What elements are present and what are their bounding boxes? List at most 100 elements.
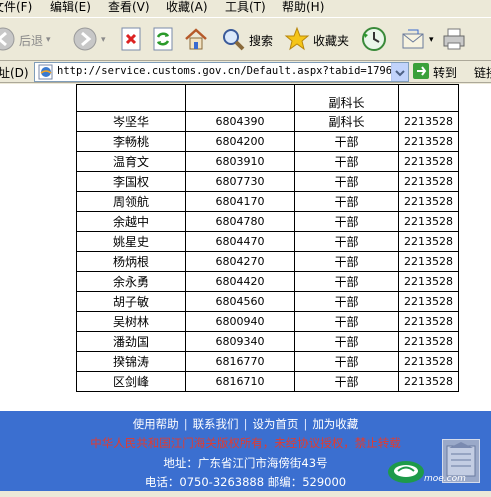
cell-name: 周领航 — [76, 191, 186, 212]
mail-button[interactable]: ▾ — [400, 23, 434, 57]
back-label: 后退 — [19, 33, 44, 48]
mail-icon — [400, 26, 426, 55]
cell-name: 潘劲国 — [76, 331, 186, 352]
menu-edit[interactable]: 编辑(E) — [50, 0, 91, 17]
back-button[interactable]: 后退 ▾ — [0, 23, 51, 57]
cell-fax: 2213528 — [398, 351, 459, 372]
cell-name: 余越中 — [76, 211, 186, 232]
stop-icon — [119, 26, 143, 55]
back-arrow-icon — [0, 26, 16, 55]
go-label: 转到 — [433, 65, 458, 80]
table-row: 杨炳根 6804270 干部 2213528 — [76, 251, 459, 272]
cell-fax: 2213528 — [398, 331, 459, 352]
cell-fax: 2213528 — [398, 291, 459, 312]
cell-title: 干部 — [294, 351, 399, 372]
cell-ext: 6816770 — [185, 351, 295, 372]
footer-divider: | — [183, 417, 188, 431]
go-arrow-icon — [412, 62, 430, 83]
table-row: 李畅桃 6804200 干部 2213528 — [76, 131, 459, 152]
menu-help[interactable]: 帮助(H) — [282, 0, 324, 17]
footer-link-help[interactable]: 使用帮助 — [133, 417, 179, 431]
history-icon — [360, 25, 388, 56]
cell-name: 温育文 — [76, 151, 186, 172]
cell-title: 干部 — [294, 211, 399, 232]
table-row: 副科长 — [76, 84, 459, 112]
back-dropdown-icon[interactable]: ▾ — [46, 35, 51, 45]
cell-fax — [398, 84, 459, 112]
table-row: 胡子敏 6804560 干部 2213528 — [76, 291, 459, 312]
table-row: 揆锦涛 6816770 干部 2213528 — [76, 351, 459, 372]
star-icon — [284, 26, 310, 55]
footer-link-favorite[interactable]: 加为收藏 — [312, 417, 358, 431]
cell-ext: 6807730 — [185, 171, 295, 192]
go-button[interactable]: 转到 — [412, 62, 457, 82]
cell-fax: 2213528 — [398, 171, 459, 192]
cell-name: 余永勇 — [76, 271, 186, 292]
cell-fax: 2213528 — [398, 251, 459, 272]
cell-fax: 2213528 — [398, 231, 459, 252]
menu-bar: 文件(F) 编辑(E) 查看(V) 收藏(A) 工具(T) 帮助(H) — [0, 0, 491, 17]
cell-title: 干部 — [294, 151, 399, 172]
table-row: 温育文 6803910 干部 2213528 — [76, 151, 459, 172]
favorites-label: 收藏夹 — [313, 33, 350, 48]
cell-title: 干部 — [294, 251, 399, 272]
footer-link-contact[interactable]: 联系我们 — [193, 417, 239, 431]
forward-button[interactable]: ▾ — [72, 23, 106, 57]
home-icon — [183, 26, 209, 55]
menu-view[interactable]: 查看(V) — [108, 0, 150, 17]
links-label[interactable]: 链接 — [474, 64, 491, 81]
footer-divider: | — [303, 417, 308, 431]
address-url: http://service.customs.gov.cn/Default.as… — [57, 65, 399, 77]
forward-arrow-icon — [72, 26, 98, 55]
cell-ext: 6804270 — [185, 251, 295, 272]
cell-title: 副科长 — [294, 84, 399, 112]
cell-title: 干部 — [294, 291, 399, 312]
print-button[interactable] — [441, 23, 467, 57]
menu-favorites[interactable]: 收藏(A) — [166, 0, 208, 17]
cell-title: 干部 — [294, 331, 399, 352]
menu-file[interactable]: 文件(F) — [0, 0, 32, 17]
refresh-button[interactable] — [151, 23, 175, 57]
cell-ext: 6800940 — [185, 311, 295, 332]
footer-link-homepage[interactable]: 设为首页 — [252, 417, 298, 431]
address-input[interactable]: http://service.customs.gov.cn/Default.as… — [34, 62, 409, 82]
favorites-button[interactable]: 收藏夹 — [284, 23, 349, 57]
search-icon — [220, 26, 246, 55]
cell-name: 吴树林 — [76, 311, 186, 332]
cell-fax: 2213528 — [398, 131, 459, 152]
cell-fax: 2213528 — [398, 151, 459, 172]
cell-fax: 2213528 — [398, 191, 459, 212]
address-dropdown-button[interactable] — [391, 63, 408, 81]
menu-tools[interactable]: 工具(T) — [225, 0, 266, 17]
cell-fax: 2213528 — [398, 271, 459, 292]
stop-button[interactable] — [119, 23, 143, 57]
forward-dropdown-icon[interactable]: ▾ — [101, 35, 106, 45]
footer-divider: | — [243, 417, 248, 431]
table-row: 姚星史 6804470 干部 2213528 — [76, 231, 459, 252]
cell-name: 区剑峰 — [76, 371, 186, 392]
cell-title: 干部 — [294, 371, 399, 392]
cell-name: 杨炳根 — [76, 251, 186, 272]
table-row: 岑坚华 6804390 副科长 2213528 — [76, 111, 459, 132]
toolbar: 后退 ▾ ▾ 搜索 收藏夹 ▾ — [0, 17, 491, 61]
cell-fax: 2213528 — [398, 111, 459, 132]
table-row: 吴树林 6800940 干部 2213528 — [76, 311, 459, 332]
search-label: 搜索 — [249, 33, 274, 48]
cell-name: 岑坚华 — [76, 111, 186, 132]
site-footer: 使用帮助 | 联系我们 | 设为首页 | 加为收藏 中华人民共和国江门海关版权所有，未经协议… — [0, 411, 491, 497]
cell-ext: 6804200 — [185, 131, 295, 152]
cell-ext: 6816710 — [185, 371, 295, 392]
printer-icon — [441, 26, 467, 55]
cell-fax: 2213528 — [398, 371, 459, 392]
page-icon — [38, 64, 54, 83]
footer-copyright: 中华人民共和国江门海关版权所有，未经协议授权，禁止转载 — [90, 436, 401, 450]
cell-title: 干部 — [294, 271, 399, 292]
search-button[interactable]: 搜索 — [220, 23, 273, 57]
bottom-edge — [0, 491, 491, 497]
mail-dropdown-icon[interactable]: ▾ — [429, 35, 434, 45]
cell-ext: 6804390 — [185, 111, 295, 132]
cell-title: 干部 — [294, 311, 399, 332]
home-button[interactable] — [183, 23, 209, 57]
history-button[interactable] — [360, 23, 388, 57]
address-bar: 地址(D) http://service.customs.gov.cn/Defa… — [0, 61, 491, 83]
